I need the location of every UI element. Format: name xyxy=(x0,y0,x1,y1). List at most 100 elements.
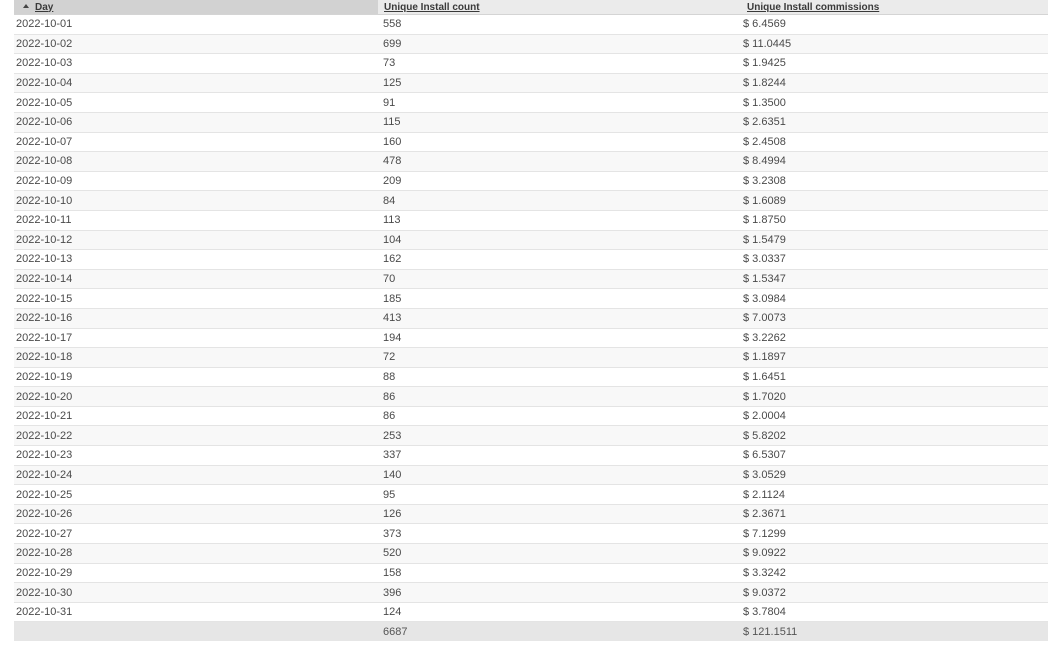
row-commissions-cell: $ 9.0922 xyxy=(741,543,1048,564)
row-commissions-cell: $ 3.3242 xyxy=(741,563,1048,584)
row-count-cell: 73 xyxy=(378,53,741,74)
row-commissions-cell: $ 3.0337 xyxy=(741,249,1048,270)
row-day-cell: 2022-10-17 xyxy=(14,328,378,349)
row-commissions-cell: $ 11.0445 xyxy=(741,34,1048,55)
row-commissions-cell: $ 3.2262 xyxy=(741,328,1048,349)
table-row: 2022-10-21 86 $ 2.0004 xyxy=(14,406,1048,427)
row-day-cell: 2022-10-09 xyxy=(14,171,378,192)
row-day-cell: 2022-10-25 xyxy=(14,484,378,505)
table-row: 2022-10-28 520 $ 9.0922 xyxy=(14,543,1048,564)
row-count-cell: 140 xyxy=(378,465,741,486)
row-day-cell: 2022-10-23 xyxy=(14,445,378,466)
row-day-cell: 2022-10-18 xyxy=(14,347,378,368)
table-row: 2022-10-22 253 $ 5.8202 xyxy=(14,425,1048,447)
row-count-cell: 185 xyxy=(378,288,741,309)
row-commissions-cell: $ 7.1299 xyxy=(741,523,1048,545)
row-commissions-cell: $ 6.4569 xyxy=(741,14,1048,35)
row-commissions-cell: $ 3.0529 xyxy=(741,465,1048,486)
row-day-cell: 2022-10-08 xyxy=(14,151,378,172)
row-commissions-cell: $ 9.0372 xyxy=(741,582,1048,603)
row-commissions-cell: $ 5.8202 xyxy=(741,425,1048,447)
table-row: 2022-10-24 140 $ 3.0529 xyxy=(14,465,1048,486)
row-day-cell: 2022-10-15 xyxy=(14,288,378,309)
row-commissions-cell: $ 6.5307 xyxy=(741,445,1048,466)
row-count-cell: 104 xyxy=(378,230,741,251)
row-count-cell: 160 xyxy=(378,132,741,153)
row-commissions-cell: $ 1.6089 xyxy=(741,190,1048,211)
table-row: 2022-10-19 88 $ 1.6451 xyxy=(14,367,1048,388)
row-day-cell: 2022-10-22 xyxy=(14,425,378,447)
total-commissions-cell: $ 121.1511 xyxy=(741,621,1048,642)
row-count-cell: 88 xyxy=(378,367,741,388)
table-row: 2022-10-27 373 $ 7.1299 xyxy=(14,523,1048,545)
sort-ascending-icon xyxy=(23,4,29,9)
table-row: 2022-10-11 113 $ 1.8750 xyxy=(14,210,1048,231)
table-row: 2022-10-09 209 $ 3.2308 xyxy=(14,171,1048,192)
row-count-cell: 373 xyxy=(378,523,741,545)
row-commissions-cell: $ 1.9425 xyxy=(741,53,1048,74)
row-count-cell: 337 xyxy=(378,445,741,466)
row-commissions-cell: $ 1.7020 xyxy=(741,386,1048,407)
row-day-cell: 2022-10-14 xyxy=(14,269,378,290)
row-commissions-cell: $ 2.4508 xyxy=(741,132,1048,153)
row-day-cell: 2022-10-19 xyxy=(14,367,378,388)
row-day-cell: 2022-10-01 xyxy=(14,14,378,35)
report-table-container: Day Unique Install count Unique Install … xyxy=(14,0,1048,642)
row-commissions-cell: $ 1.1897 xyxy=(741,347,1048,368)
row-commissions-cell: $ 1.6451 xyxy=(741,367,1048,388)
row-count-cell: 558 xyxy=(378,14,741,35)
row-count-cell: 158 xyxy=(378,563,741,584)
table-body: 2022-10-01 558 $ 6.4569 2022-10-02 699 $ 11.0… xyxy=(14,14,1048,623)
column-header-install-commissions[interactable]: Unique Install commissions xyxy=(741,0,1048,15)
total-day-cell xyxy=(14,621,378,642)
table-row: 2022-10-16 413 $ 7.0073 xyxy=(14,308,1048,329)
row-count-cell: 115 xyxy=(378,112,741,133)
row-count-cell: 209 xyxy=(378,171,741,192)
table-row: 2022-10-17 194 $ 3.2262 xyxy=(14,328,1048,349)
row-day-cell: 2022-10-30 xyxy=(14,582,378,603)
row-commissions-cell: $ 8.4994 xyxy=(741,151,1048,172)
row-commissions-cell: $ 3.2308 xyxy=(741,171,1048,192)
row-count-cell: 124 xyxy=(378,602,741,623)
row-day-cell: 2022-10-06 xyxy=(14,112,378,133)
row-count-cell: 699 xyxy=(378,34,741,55)
column-header-label: Unique Install commissions xyxy=(747,1,880,13)
row-day-cell: 2022-10-12 xyxy=(14,230,378,251)
column-header-label: Unique Install count xyxy=(384,1,480,13)
table-row: 2022-10-31 124 $ 3.7804 xyxy=(14,602,1048,623)
row-commissions-cell: $ 1.5347 xyxy=(741,269,1048,290)
table-row: 2022-10-06 115 $ 2.6351 xyxy=(14,112,1048,133)
row-day-cell: 2022-10-26 xyxy=(14,504,378,525)
row-commissions-cell: $ 2.1124 xyxy=(741,484,1048,505)
table-row: 2022-10-29 158 $ 3.3242 xyxy=(14,563,1048,584)
row-day-cell: 2022-10-21 xyxy=(14,406,378,427)
row-day-cell: 2022-10-04 xyxy=(14,73,378,94)
row-commissions-cell: $ 1.5479 xyxy=(741,230,1048,251)
row-count-cell: 113 xyxy=(378,210,741,231)
row-count-cell: 95 xyxy=(378,484,741,505)
row-day-cell: 2022-10-10 xyxy=(14,190,378,211)
row-count-cell: 413 xyxy=(378,308,741,329)
row-day-cell: 2022-10-27 xyxy=(14,523,378,545)
table-row: 2022-10-02 699 $ 11.0445 xyxy=(14,34,1048,55)
table-row: 2022-10-03 73 $ 1.9425 xyxy=(14,53,1048,74)
row-day-cell: 2022-10-28 xyxy=(14,543,378,564)
table-row: 2022-10-04 125 $ 1.8244 xyxy=(14,73,1048,94)
table-row: 2022-10-30 396 $ 9.0372 xyxy=(14,582,1048,603)
table-row: 2022-10-10 84 $ 1.6089 xyxy=(14,190,1048,211)
column-header-day[interactable]: Day xyxy=(14,0,378,15)
total-count-cell: 6687 xyxy=(378,621,741,642)
row-count-cell: 84 xyxy=(378,190,741,211)
row-count-cell: 125 xyxy=(378,73,741,94)
row-commissions-cell: $ 1.3500 xyxy=(741,92,1048,113)
row-commissions-cell: $ 2.3671 xyxy=(741,504,1048,525)
row-count-cell: 194 xyxy=(378,328,741,349)
install-report-table: Day Unique Install count Unique Install … xyxy=(14,0,1048,642)
table-row: 2022-10-23 337 $ 6.5307 xyxy=(14,445,1048,466)
table-row: 2022-10-13 162 $ 3.0337 xyxy=(14,249,1048,270)
row-count-cell: 396 xyxy=(378,582,741,603)
row-count-cell: 253 xyxy=(378,425,741,447)
table-row: 2022-10-20 86 $ 1.7020 xyxy=(14,386,1048,407)
column-header-install-count[interactable]: Unique Install count xyxy=(378,0,741,15)
row-day-cell: 2022-10-05 xyxy=(14,92,378,113)
